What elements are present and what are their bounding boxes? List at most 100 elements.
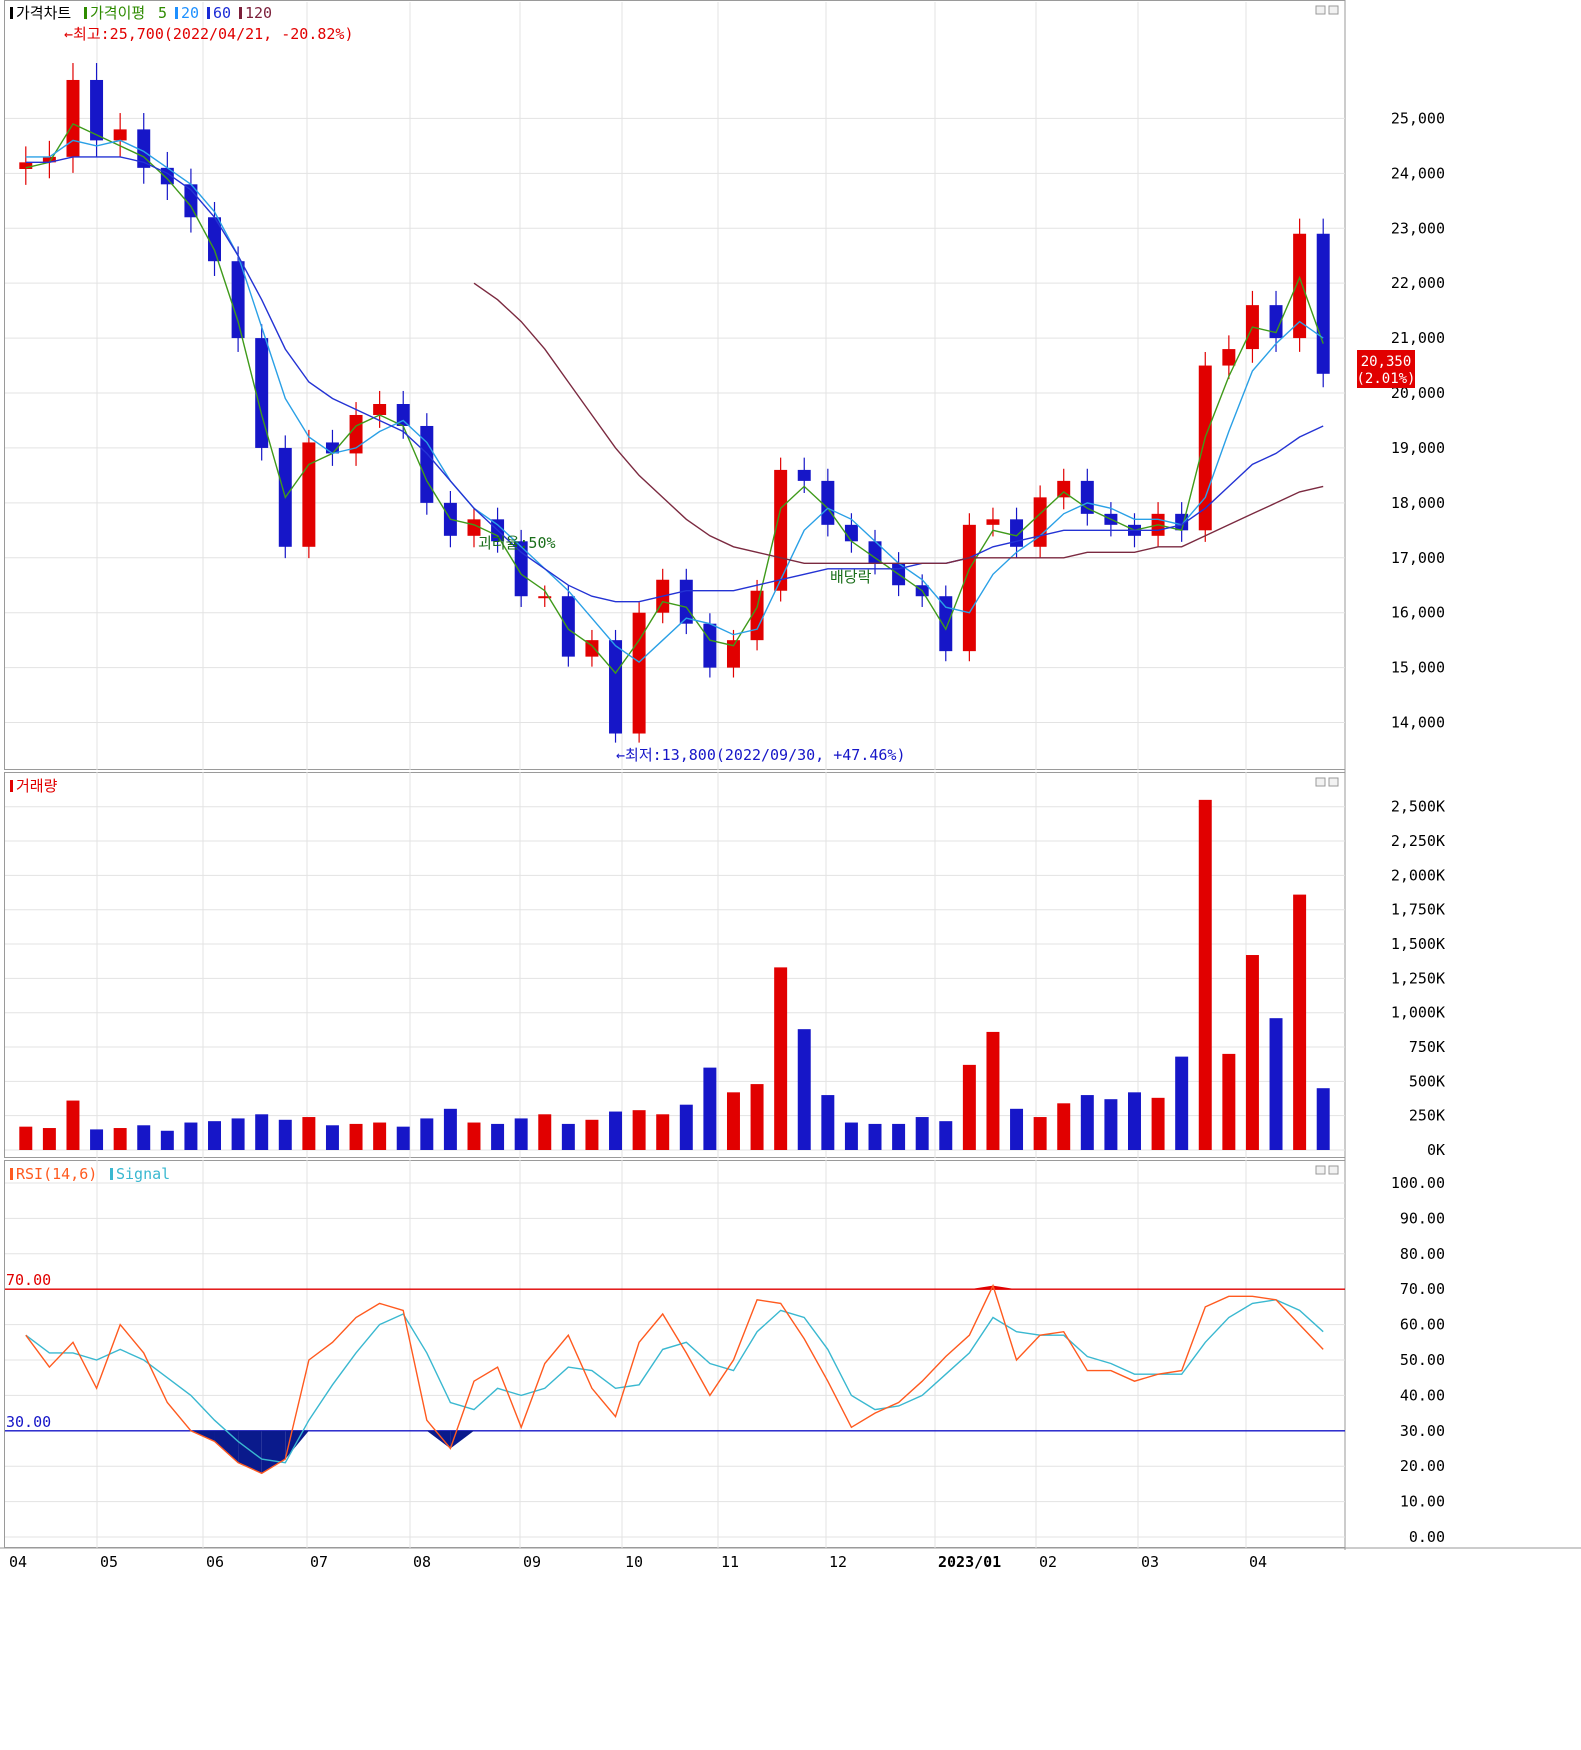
volume-bar [1057,1103,1071,1150]
candle-body [797,469,811,481]
volume-bar [302,1117,316,1150]
volume-bar [1104,1099,1118,1150]
candle-body [986,519,1000,525]
candle-body [679,579,693,624]
ex-dividend-marker: 배당락 [830,568,872,586]
volume-bar [962,1064,976,1150]
legend-item: 가격이평 [90,4,145,22]
x-tick-label: 04 [9,1553,27,1571]
price-y-tick: 19,000 [1391,439,1445,457]
rsi-y-tick: 50.00 [1400,1351,1445,1369]
volume-bar [491,1123,505,1150]
volume-bar [184,1122,198,1150]
x-tick-label: 07 [310,1553,328,1571]
volume-bar [1198,799,1212,1150]
rsi-y-tick: 90.00 [1400,1209,1445,1227]
candle-body [90,79,104,141]
volume-y-tick: 1,000K [1391,1004,1445,1022]
x-tick-label: 08 [413,1553,431,1571]
x-tick-label: 12 [829,1553,847,1571]
legend-swatch [10,7,13,19]
volume-bar [443,1108,457,1150]
volume-y-tick: 2,000K [1391,866,1445,884]
price-y-tick: 18,000 [1391,494,1445,512]
volume-bar [561,1123,575,1150]
rsi-y-tick: 70.00 [1400,1280,1445,1298]
volume-bar [656,1114,670,1150]
candle-body [703,623,717,668]
legend-item: 20 [181,4,199,22]
price-y-tick: 22,000 [1391,274,1445,292]
volume-bar [1245,955,1259,1150]
x-tick-label: 03 [1141,1553,1159,1571]
x-tick-label: 06 [206,1553,224,1571]
volume-bar [90,1129,104,1150]
candle-body [1222,349,1236,366]
volume-bar [986,1031,1000,1150]
volume-bar [1151,1097,1165,1150]
volume-bar [278,1119,292,1150]
candle-body [844,524,858,542]
candle-body [1198,365,1212,531]
volume-bar [915,1117,929,1150]
volume-y-tick: 250K [1409,1107,1445,1125]
volume-y-tick: 750K [1409,1038,1445,1056]
rsi-y-tick: 0.00 [1409,1528,1445,1546]
legend-swatch [175,7,178,19]
volume-bar [1080,1095,1094,1150]
volume-bar [19,1126,33,1150]
volume-bar [679,1104,693,1150]
price-y-tick: 24,000 [1391,164,1445,182]
price-y-tick: 23,000 [1391,219,1445,237]
x-tick-label: 10 [625,1553,643,1571]
signal-title: Signal [116,1165,170,1183]
volume-bar [844,1122,858,1150]
rsi-y-tick: 10.00 [1400,1493,1445,1511]
volume-bar [1128,1092,1141,1150]
volume-bar [467,1122,481,1150]
rsi-30-label: 30.00 [6,1413,51,1431]
candle-body [632,612,646,734]
rsi-y-tick: 40.00 [1400,1386,1445,1404]
volume-bar [585,1119,599,1150]
volume-y-tick: 1,250K [1391,969,1445,987]
x-tick-label: 04 [1249,1553,1267,1571]
volume-bar [1033,1117,1047,1150]
rsi-y-tick: 100.00 [1391,1174,1445,1192]
volume-y-tick: 1,500K [1391,935,1445,953]
legend-swatch [84,7,87,19]
high-annotation: ←최고:25,700(2022/04/21, -20.82%) [64,25,354,43]
legend-item: 5 [158,4,167,22]
volume-bar [538,1114,552,1150]
volume-bar [1269,1018,1283,1150]
volume-bar [208,1121,221,1150]
volume-bar [939,1121,953,1150]
volume-y-tick: 2,500K [1391,798,1445,816]
low-annotation: ←최저:13,800(2022/09/30, +47.46%) [616,746,906,764]
volume-bar [66,1100,80,1150]
candle-body [609,640,623,734]
legend-item: 가격차트 [16,4,71,22]
candle-body [821,480,835,525]
price-y-tick: 16,000 [1391,604,1445,622]
volume-bar [231,1118,245,1150]
volume-bar [1293,894,1307,1150]
legend-swatch [207,7,210,19]
rsi-70-label: 70.00 [6,1271,51,1289]
candle-body [66,79,80,157]
volume-legend-swatch [10,780,13,792]
volume-bar [113,1128,127,1150]
rsi-y-tick: 80.00 [1400,1245,1445,1263]
volume-bar [160,1130,174,1150]
volume-y-tick: 500K [1409,1072,1445,1090]
volume-bar [325,1125,339,1150]
volume-bar [797,1029,811,1150]
x-tick-label: 09 [523,1553,541,1571]
last-price: 20,350 [1361,354,1412,370]
volume-bar [1222,1053,1236,1150]
volume-title: 거래량 [16,777,58,795]
rsi-legend-swatch [10,1168,13,1180]
candle-body [19,162,33,169]
volume-bar [1316,1088,1330,1150]
x-tick-label: 2023/01 [938,1553,1001,1571]
